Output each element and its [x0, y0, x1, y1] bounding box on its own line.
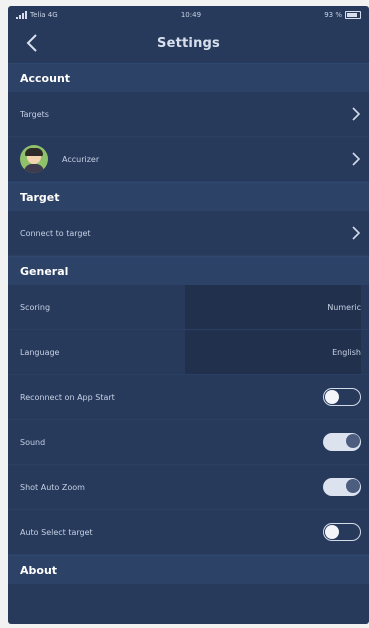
battery-label: 93 % [324, 11, 342, 19]
avatar [20, 145, 48, 173]
chevron-left-icon [26, 34, 37, 52]
language-label: Language [20, 347, 60, 357]
connect-target-row[interactable]: Connect to target [8, 211, 369, 256]
language-value[interactable]: English [332, 348, 361, 357]
chevron-right-icon [351, 152, 361, 166]
section-target: Target [8, 182, 369, 211]
connect-target-label: Connect to target [20, 228, 91, 238]
sound-toggle[interactable] [323, 433, 361, 451]
back-button[interactable] [18, 28, 46, 58]
section-general: General [8, 256, 369, 285]
chevron-right-icon [351, 107, 361, 121]
section-about: About [8, 555, 369, 584]
carrier-label: Telia 4G [30, 11, 58, 19]
chevron-right-icon [351, 226, 361, 240]
sound-row: Sound [8, 420, 369, 465]
profile-row[interactable]: Accurizer [8, 137, 369, 182]
auto-select-target-toggle[interactable] [323, 523, 361, 541]
reconnect-row: Reconnect on App Start [8, 375, 369, 420]
shot-auto-zoom-label: Shot Auto Zoom [20, 482, 85, 492]
reconnect-label: Reconnect on App Start [20, 392, 115, 402]
status-bar: Telia 4G 10:49 93 % [8, 6, 369, 24]
clock-label: 10:49 [180, 11, 202, 19]
auto-select-target-label: Auto Select target [20, 527, 93, 537]
settings-screen: Telia 4G 10:49 93 % Settings Account Tar… [8, 6, 369, 624]
sound-label: Sound [20, 437, 46, 447]
battery-icon [344, 11, 361, 19]
page-title: Settings [157, 36, 220, 51]
scoring-label: Scoring [20, 302, 51, 312]
targets-label: Targets [20, 109, 49, 119]
targets-row[interactable]: Targets [8, 92, 369, 137]
section-account: Account [8, 63, 369, 92]
auto-select-target-row: Auto Select target [8, 510, 369, 555]
shot-auto-zoom-toggle[interactable] [323, 478, 361, 496]
language-row[interactable]: Language English [8, 330, 369, 375]
scoring-row[interactable]: Scoring Numeric [8, 285, 369, 330]
user-name-label: Accurizer [62, 154, 100, 164]
reconnect-toggle[interactable] [323, 388, 361, 406]
navigation-bar: Settings [8, 24, 369, 63]
scoring-value[interactable]: Numeric [327, 303, 361, 312]
shot-auto-zoom-row: Shot Auto Zoom [8, 465, 369, 510]
signal-icon [16, 11, 27, 19]
